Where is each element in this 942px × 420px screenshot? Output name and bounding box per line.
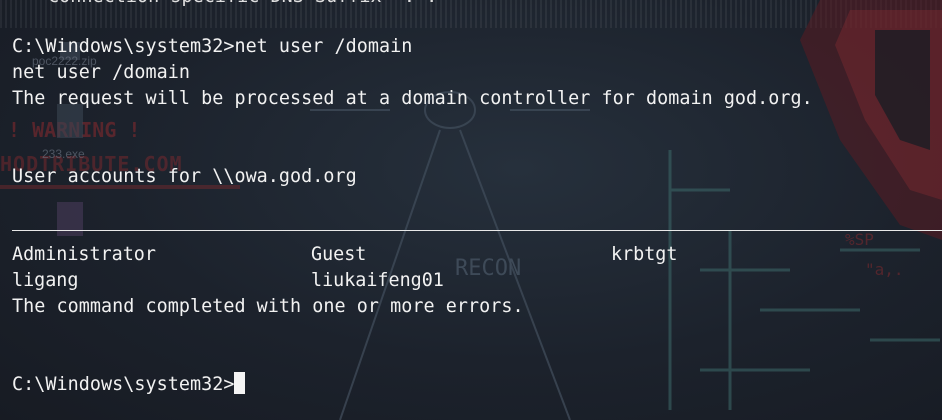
terminal-final-prompt: C:\Windows\system32> <box>12 374 235 395</box>
account-name: krbtgt <box>611 244 678 265</box>
terminal-processing-message: The request will be processed at a domai… <box>12 88 813 109</box>
account-name: Administrator <box>12 244 156 265</box>
account-name: liukaifeng01 <box>311 270 444 291</box>
terminal-cursor <box>234 372 246 394</box>
account-name: Guest <box>311 244 367 265</box>
screen: %SP "a,. RECON ! WARNING ! HODTRIBUTE.CO… <box>0 0 942 420</box>
terminal-final-prompt-line[interactable]: C:\Windows\system32> <box>12 372 246 398</box>
account-name: ligang <box>12 270 79 291</box>
terminal-completion-message: The command completed with one or more e… <box>12 296 524 317</box>
terminal-echo-command: net user /domain <box>12 62 190 83</box>
terminal-separator <box>12 230 942 231</box>
terminal-window[interactable]: Connection-specific DNS Suffix . : C:\Wi… <box>0 0 942 420</box>
terminal-prompt-command: C:\Windows\system32>net user /domain <box>12 36 413 57</box>
terminal-partial-line: Connection-specific DNS Suffix . : <box>48 0 437 10</box>
terminal-accounts-header: User accounts for \\owa.god.org <box>12 166 357 187</box>
